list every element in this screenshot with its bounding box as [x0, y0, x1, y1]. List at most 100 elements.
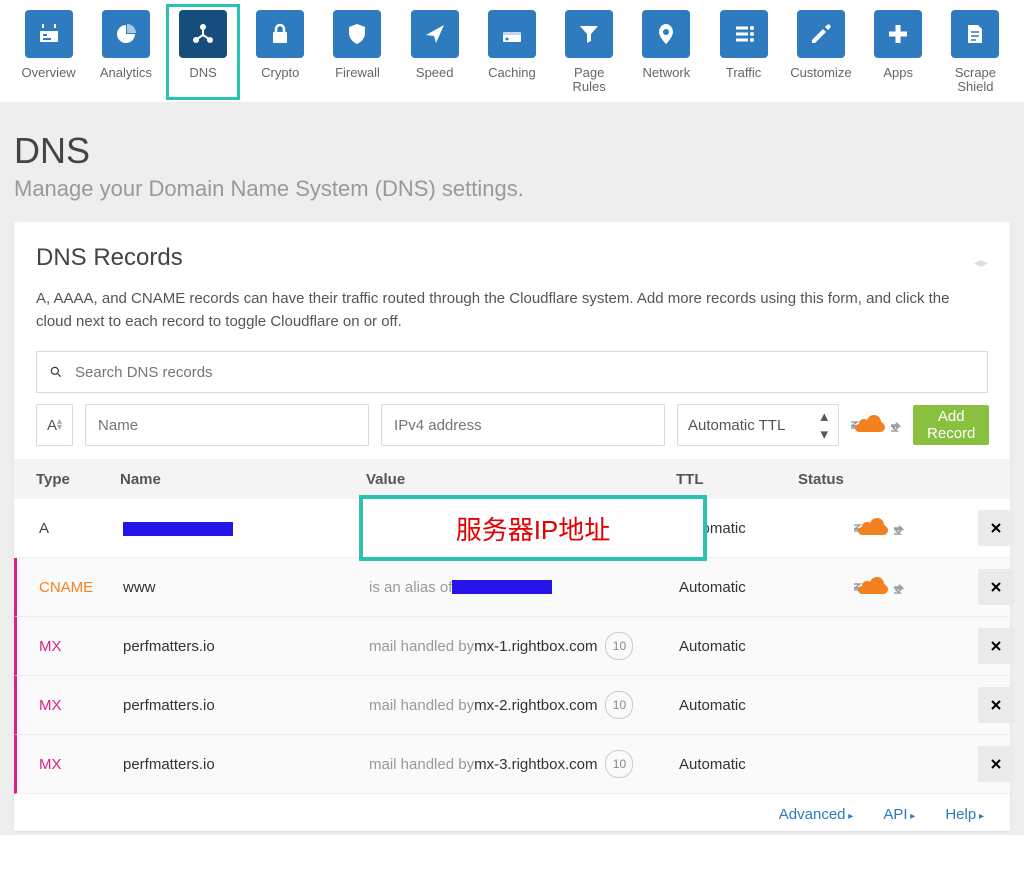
tab-apps[interactable]: Apps: [868, 10, 929, 94]
ttl-select[interactable]: Automatic TTL ▴▾: [677, 404, 839, 446]
table-row: MXperfmatters.iomail handled by mx-1.rig…: [14, 617, 1010, 676]
priority-badge: 10: [605, 750, 633, 778]
table-row: CNAMEwwwis an alias of Automatic: [14, 558, 1010, 617]
page-title: DNS: [14, 130, 1010, 172]
tab-traffic[interactable]: Traffic: [713, 10, 774, 94]
priority-badge: 10: [605, 632, 633, 660]
cell-value[interactable]: 服务器IP地址: [369, 499, 679, 557]
cloud-proxy-icon: [854, 575, 904, 599]
close-icon: [990, 581, 1002, 593]
record-name-input-wrap: [85, 404, 369, 446]
cell-value[interactable]: is an alias of: [369, 579, 679, 596]
cell-type[interactable]: MX: [39, 697, 123, 714]
tab-caching[interactable]: Caching: [481, 10, 542, 94]
cell-ttl[interactable]: Automatic: [679, 756, 801, 773]
speed-icon: [411, 10, 459, 58]
tab-label: Page Rules: [559, 66, 620, 94]
table-row: MXperfmatters.iomail handled by mx-2.rig…: [14, 676, 1010, 735]
chevron-updown-icon: ▴▾: [57, 419, 62, 431]
close-icon: [990, 758, 1002, 770]
cell-name[interactable]: perfmatters.io: [123, 697, 369, 714]
cell-name[interactable]: [123, 520, 369, 537]
cell-status[interactable]: [801, 516, 956, 540]
main-content: DNS Manage your Domain Name System (DNS)…: [0, 102, 1024, 835]
cell-value[interactable]: mail handled by mx-1.rightbox.com10: [369, 632, 679, 660]
cell-value[interactable]: mail handled by mx-3.rightbox.com10: [369, 750, 679, 778]
tab-label: Crypto: [261, 66, 299, 80]
annotation-text: 服务器IP地址: [456, 510, 611, 547]
traffic-icon: [720, 10, 768, 58]
annotation-box: 服务器IP地址: [359, 495, 707, 561]
overview-icon: [25, 10, 73, 58]
col-type: Type: [36, 471, 120, 488]
search-input[interactable]: [73, 363, 975, 382]
close-icon: [990, 699, 1002, 711]
customize-icon: [797, 10, 845, 58]
dns-records-card: DNS Records ◂▸ A, AAAA, and CNAME record…: [14, 222, 1010, 831]
pagerules-icon: [565, 10, 613, 58]
cell-type[interactable]: MX: [39, 638, 123, 655]
cell-name[interactable]: perfmatters.io: [123, 756, 369, 773]
scrape-icon: [951, 10, 999, 58]
cell-ttl[interactable]: Automatic: [679, 638, 801, 655]
tab-firewall[interactable]: Firewall: [327, 10, 388, 94]
add-record-button[interactable]: Add Record: [913, 405, 989, 445]
tab-label: Overview: [22, 66, 76, 80]
cell-status[interactable]: [801, 575, 956, 599]
advanced-link[interactable]: Advanced: [779, 806, 854, 823]
collapse-icon[interactable]: ◂▸: [974, 254, 988, 271]
proxy-toggle[interactable]: [851, 413, 901, 437]
delete-button[interactable]: [978, 746, 1014, 782]
card-footer-links: Advanced API Help: [36, 794, 988, 823]
col-name: Name: [120, 471, 366, 488]
table-row: MXperfmatters.iomail handled by mx-3.rig…: [14, 735, 1010, 794]
tab-pagerules[interactable]: Page Rules: [559, 10, 620, 94]
record-value-input[interactable]: [392, 416, 654, 435]
cloud-proxy-icon: [854, 516, 904, 540]
tab-crypto[interactable]: Crypto: [250, 10, 311, 94]
cell-type[interactable]: A: [39, 520, 123, 537]
tab-analytics[interactable]: Analytics: [95, 10, 156, 94]
col-value: Value: [366, 471, 676, 488]
delete-button[interactable]: [978, 687, 1014, 723]
cell-name[interactable]: www: [123, 579, 369, 596]
tab-label: Analytics: [100, 66, 152, 80]
tab-label: ScrapeShield: [955, 66, 996, 94]
nav-tabs: Overview Analytics DNS Crypto Firewall Speed C…: [0, 0, 1024, 102]
search-icon: [49, 365, 63, 379]
tab-customize[interactable]: Customize: [790, 10, 851, 94]
tab-label: Speed: [416, 66, 454, 80]
crypto-icon: [256, 10, 304, 58]
cell-ttl[interactable]: Automatic: [679, 697, 801, 714]
record-type-value: A: [47, 417, 57, 434]
record-type-select[interactable]: A ▴▾: [36, 404, 73, 446]
records-table: Type Name Value TTL Status A服务器IP地址Autom…: [14, 459, 1010, 794]
cell-type[interactable]: MX: [39, 756, 123, 773]
apps-icon: [874, 10, 922, 58]
record-name-input[interactable]: [96, 416, 358, 435]
delete-button[interactable]: [978, 628, 1014, 664]
cell-value[interactable]: mail handled by mx-2.rightbox.com10: [369, 691, 679, 719]
help-link[interactable]: Help: [945, 806, 984, 823]
delete-button[interactable]: [978, 510, 1014, 546]
add-record-form: A ▴▾ Automatic TTL ▴▾ Add Record: [36, 405, 988, 445]
search-box[interactable]: [36, 351, 988, 393]
delete-button[interactable]: [978, 569, 1014, 605]
tab-dns[interactable]: DNS: [166, 4, 239, 100]
tab-label: Caching: [488, 66, 536, 80]
tab-overview[interactable]: Overview: [18, 10, 79, 94]
cell-type[interactable]: CNAME: [39, 579, 123, 596]
tab-label: Network: [643, 66, 691, 80]
api-link[interactable]: API: [883, 806, 915, 823]
tab-network[interactable]: Network: [636, 10, 697, 94]
col-status: Status: [798, 471, 953, 488]
caching-icon: [488, 10, 536, 58]
cell-name[interactable]: perfmatters.io: [123, 638, 369, 655]
close-icon: [990, 640, 1002, 652]
cloud-proxy-icon: [851, 413, 901, 437]
tab-speed[interactable]: Speed: [404, 10, 465, 94]
cell-ttl[interactable]: Automatic: [679, 579, 801, 596]
card-title: DNS Records: [36, 244, 988, 272]
table-row: A服务器IP地址Automatic: [14, 499, 1010, 558]
tab-scrape[interactable]: ScrapeShield: [945, 10, 1006, 94]
